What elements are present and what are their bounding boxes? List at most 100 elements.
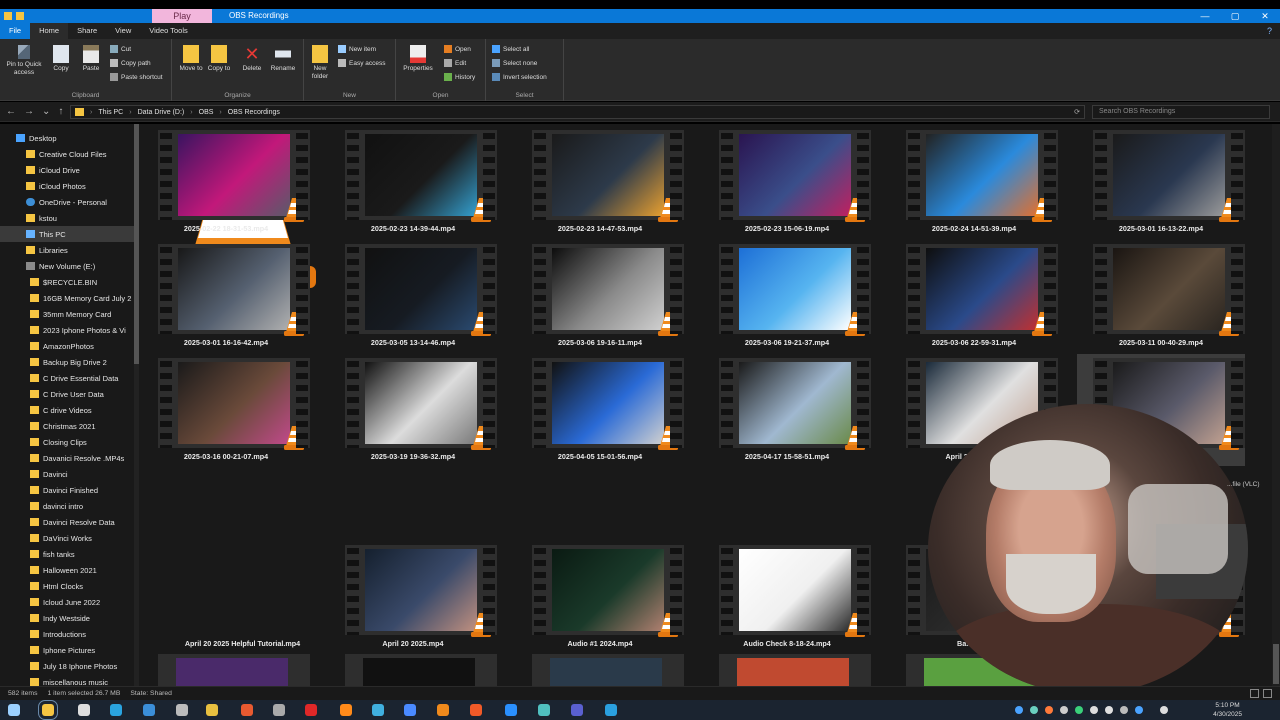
file-tile-partial[interactable] xyxy=(719,654,871,686)
chrome-icon[interactable] xyxy=(206,704,218,716)
pdf-icon[interactable] xyxy=(241,704,253,716)
sidebar-item[interactable]: Backup Big Drive 2 xyxy=(0,354,138,370)
sidebar-item[interactable]: Davanici Resolve .MP4s xyxy=(0,450,138,466)
quick-access-toolbar[interactable] xyxy=(0,12,24,20)
sidebar-item[interactable]: iCloud Photos xyxy=(0,178,138,194)
sidebar-item[interactable]: This PC xyxy=(0,226,138,242)
rename-button[interactable]: Rename xyxy=(268,45,298,73)
new-folder-button[interactable]: New folder xyxy=(306,45,334,81)
file-tile[interactable]: 2025-02-23 14-39-44.mp4 xyxy=(329,126,497,238)
tab-home[interactable]: Home xyxy=(30,23,69,39)
details-view-icon[interactable] xyxy=(1250,689,1259,698)
file-tile[interactable]: 2025-03-01 16-16-42.mp4 xyxy=(142,240,310,352)
sidebar-item[interactable]: DaVinci Works xyxy=(0,530,138,546)
terminal-icon[interactable] xyxy=(273,704,285,716)
calendar-icon[interactable] xyxy=(143,704,155,716)
sidebar-item[interactable]: Davinci Resolve Data xyxy=(0,514,138,530)
file-tile[interactable]: 2025-03-01 16-13-22.mp4 xyxy=(1077,126,1245,238)
file-tile[interactable]: Audio Check 8-18-24.mp4 xyxy=(703,541,871,653)
tray-icon[interactable] xyxy=(1060,706,1068,714)
firefox-icon[interactable] xyxy=(340,704,352,716)
select-all-button[interactable]: Select all xyxy=(492,44,529,54)
file-tile[interactable]: 2025-02-22 18-31-53.mp4 xyxy=(142,126,310,238)
refresh-icon[interactable]: ⟳ xyxy=(1074,108,1080,116)
help-icon[interactable]: ? xyxy=(1267,23,1272,39)
sidebar-item[interactable]: C Drive User Data xyxy=(0,386,138,402)
sidebar-item[interactable]: July 18 Iphone Photos xyxy=(0,658,138,674)
copy-button[interactable]: Copy xyxy=(48,45,74,73)
breadcrumb-obs-recordings[interactable]: OBS Recordings xyxy=(228,109,280,116)
breadcrumb-this-pc[interactable]: This PC xyxy=(98,109,123,116)
large-icons-view-icon[interactable] xyxy=(1263,689,1272,698)
sidebar-item[interactable]: 35mm Memory Card xyxy=(0,306,138,322)
tab-video-tools[interactable]: Video Tools xyxy=(140,23,197,39)
sidebar-item[interactable]: Icloud June 2022 xyxy=(0,594,138,610)
file-tile[interactable]: 2025-02-24 14-51-39.mp4 xyxy=(890,126,1058,238)
file-explorer-icon[interactable] xyxy=(38,700,58,720)
tray-icon[interactable] xyxy=(1105,706,1113,714)
file-tile[interactable]: 2025-03-11 00-40-29.mp4 xyxy=(1077,240,1245,352)
properties-button[interactable]: Properties xyxy=(400,45,436,73)
file-tile-partial[interactable] xyxy=(345,654,497,686)
brave-icon[interactable] xyxy=(470,704,482,716)
sidebar-item[interactable]: Closing Clips xyxy=(0,434,138,450)
tray-icon[interactable] xyxy=(1090,706,1098,714)
tab-file[interactable]: File xyxy=(0,23,31,39)
paste-shortcut-button[interactable]: Paste shortcut xyxy=(110,72,163,82)
sidebar-item[interactable]: Halloween 2021 xyxy=(0,562,138,578)
sidebar-item[interactable]: davinci intro xyxy=(0,498,138,514)
file-tile[interactable]: Audio #1 2024.mp4 xyxy=(516,541,684,653)
back-icon[interactable]: ← xyxy=(6,106,24,117)
paste-button[interactable]: Paste xyxy=(78,45,104,73)
photos-icon[interactable] xyxy=(372,704,384,716)
file-tile[interactable]: 2025-02-23 15-06-19.mp4 xyxy=(703,126,871,238)
tray-icon[interactable] xyxy=(1045,706,1053,714)
sidebar-item[interactable]: OneDrive - Personal xyxy=(0,194,138,210)
start-icon[interactable] xyxy=(8,704,20,716)
opera-icon[interactable] xyxy=(305,704,317,716)
app-icon[interactable] xyxy=(404,704,416,716)
sidebar-item[interactable]: 16GB Memory Card July 2 xyxy=(0,290,138,306)
copy-path-button[interactable]: Copy path xyxy=(110,58,151,68)
content-scroll-thumb[interactable] xyxy=(1273,644,1279,684)
sidebar-item[interactable]: AmazonPhotos xyxy=(0,338,138,354)
forward-icon[interactable]: → xyxy=(24,106,42,117)
open-button[interactable]: Open xyxy=(444,44,471,54)
minimize-button[interactable]: — xyxy=(1190,9,1220,23)
edit-button[interactable]: Edit xyxy=(444,58,466,68)
tray-icon[interactable] xyxy=(1030,706,1038,714)
teams-icon[interactable] xyxy=(571,704,583,716)
file-tile[interactable]: 2025-03-06 19-16-11.mp4 xyxy=(516,240,684,352)
play-contextual-tab[interactable]: Play xyxy=(152,9,212,23)
sidebar-item[interactable]: New Volume (E:) xyxy=(0,258,138,274)
properties-icon[interactable] xyxy=(16,12,24,20)
tab-share[interactable]: Share xyxy=(68,23,106,39)
sidebar-item[interactable]: 2023 Iphone Photos & Vi xyxy=(0,322,138,338)
copy-to-button[interactable]: Copy to xyxy=(206,45,232,73)
sidebar-item[interactable]: Desktop xyxy=(0,130,138,146)
sidebar-scrollbar[interactable] xyxy=(134,124,139,686)
new-item-button[interactable]: New item xyxy=(338,44,376,54)
edge-icon[interactable] xyxy=(110,704,122,716)
file-name[interactable]: April 20 2025 Helpful Tutorial.mp4 xyxy=(140,639,345,648)
search-input[interactable]: Search OBS Recordings xyxy=(1092,105,1270,119)
sidebar-item[interactable]: iCloud Drive xyxy=(0,162,138,178)
navigation-arrows[interactable]: ←→⌄↑ xyxy=(6,102,71,122)
sidebar-item[interactable]: $RECYCLE.BIN xyxy=(0,274,138,290)
sidebar-item[interactable]: kstou xyxy=(0,210,138,226)
mail-icon[interactable] xyxy=(605,704,617,716)
tray-icon[interactable] xyxy=(1135,706,1143,714)
sidebar-scroll-thumb[interactable] xyxy=(134,124,139,364)
breadcrumb-data-drive[interactable]: Data Drive (D:) xyxy=(138,109,185,116)
sidebar-item[interactable]: Davinci xyxy=(0,466,138,482)
tab-view[interactable]: View xyxy=(106,23,140,39)
file-tile-partial[interactable] xyxy=(532,654,684,686)
close-button[interactable]: ✕ xyxy=(1250,9,1280,23)
vlc-icon[interactable] xyxy=(437,704,449,716)
davinci-icon[interactable] xyxy=(538,704,550,716)
sidebar-item[interactable]: fish tanks xyxy=(0,546,138,562)
content-scrollbar[interactable] xyxy=(1272,124,1280,686)
sidebar-item[interactable]: Davinci Finished xyxy=(0,482,138,498)
maximize-button[interactable]: ▢ xyxy=(1220,9,1250,23)
move-to-button[interactable]: Move to xyxy=(178,45,204,73)
